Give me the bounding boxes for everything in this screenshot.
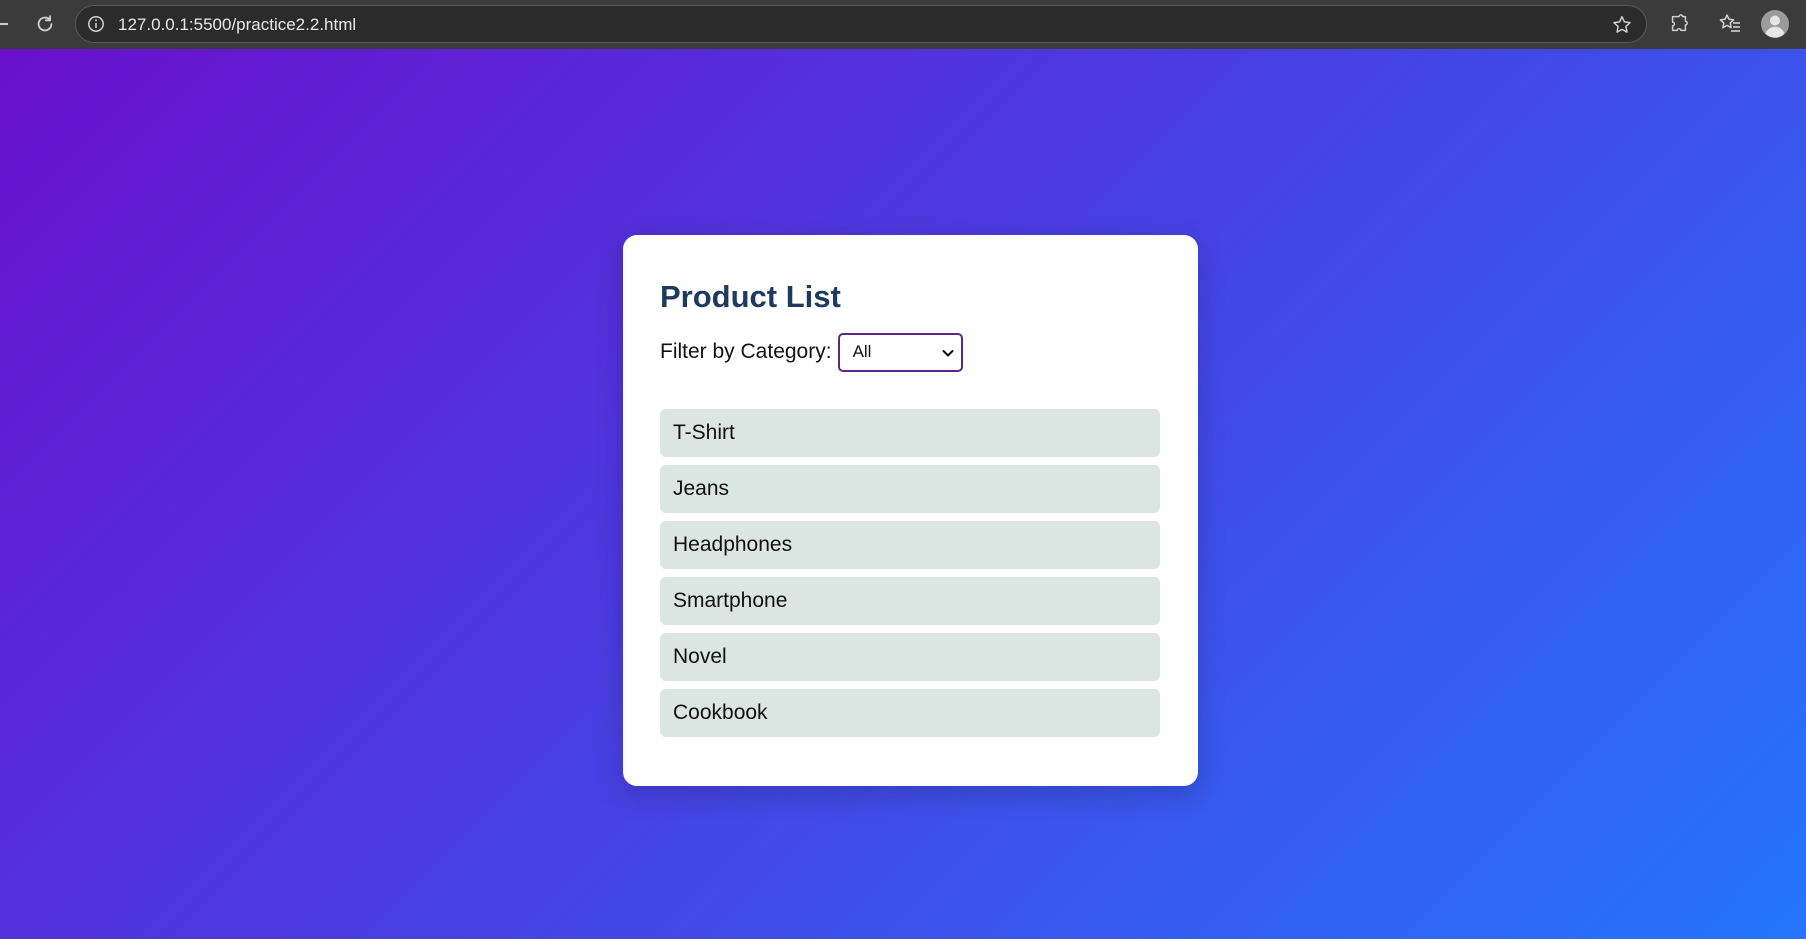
profile-icon[interactable] <box>1760 9 1790 39</box>
filter-row: Filter by Category: All <box>660 332 1160 372</box>
browser-toolbar: 127.0.0.1:5500/practice2.2.html <box>0 0 1806 49</box>
url-text[interactable]: 127.0.0.1:5500/practice2.2.html <box>118 15 356 35</box>
chevron-down-icon <box>942 349 954 356</box>
star-icon[interactable] <box>1610 13 1634 37</box>
product-card: Product List Filter by Category: All T-S… <box>623 235 1198 786</box>
address-bar[interactable]: 127.0.0.1:5500/practice2.2.html <box>75 5 1647 43</box>
product-list: T-Shirt Jeans Headphones Smartphone Nove… <box>660 409 1160 737</box>
category-select-value[interactable]: All <box>853 342 872 362</box>
category-select[interactable]: All <box>837 332 963 372</box>
list-item: Smartphone <box>660 577 1160 625</box>
list-item: Cookbook <box>660 689 1160 737</box>
page-title: Product List <box>660 279 841 314</box>
list-item: Novel <box>660 633 1160 681</box>
list-item: Headphones <box>660 521 1160 569</box>
favorites-icon[interactable] <box>1716 10 1744 38</box>
filter-label: Filter by Category: <box>660 340 832 363</box>
reload-icon[interactable] <box>31 10 59 38</box>
extensions-icon[interactable] <box>1665 10 1693 38</box>
list-item: Jeans <box>660 465 1160 513</box>
back-button-edge[interactable] <box>0 23 8 25</box>
info-icon[interactable] <box>87 15 105 33</box>
page-background: Product List Filter by Category: All T-S… <box>0 49 1806 939</box>
list-item: T-Shirt <box>660 409 1160 457</box>
